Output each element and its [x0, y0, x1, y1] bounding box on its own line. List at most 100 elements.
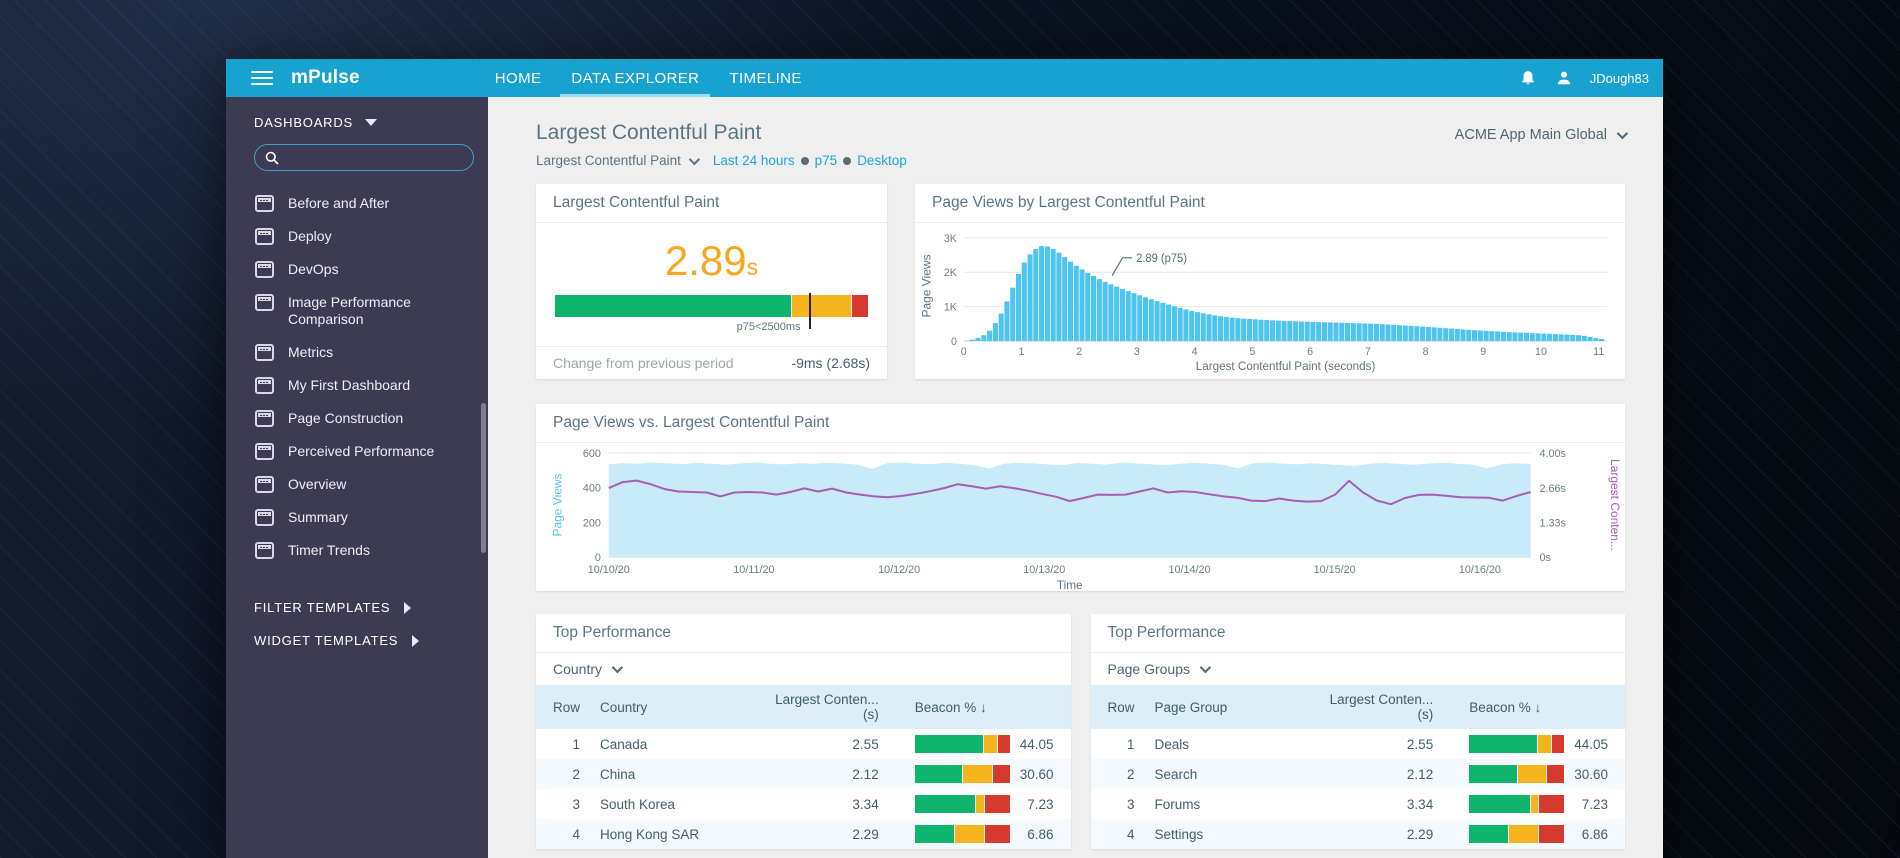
- histogram-bar: [1293, 321, 1299, 341]
- left-tick-label: 0: [595, 552, 601, 564]
- dashboard-icon: [255, 195, 274, 212]
- table-cell: [905, 729, 1010, 759]
- column-header: Row: [1107, 699, 1135, 715]
- topbar-right: JDough83: [1518, 59, 1663, 97]
- histogram-bar: [1512, 332, 1518, 341]
- dimension-label: Country: [553, 661, 603, 677]
- top-performance-table: Row Country Largest Conten... (s) Beacon % …: [536, 685, 1071, 849]
- histogram-bar: [1102, 281, 1108, 341]
- brand-logo: mPulse: [291, 67, 360, 88]
- histogram-bar: [1223, 316, 1229, 341]
- sidebar-item-metrics[interactable]: Metrics: [226, 336, 488, 369]
- filter-link-desktop[interactable]: Desktop: [857, 153, 907, 168]
- histogram-bar: [1114, 286, 1120, 341]
- username-label[interactable]: JDough83: [1590, 71, 1649, 86]
- filter-link-p75[interactable]: p75: [815, 153, 838, 168]
- histogram-bar: [1258, 319, 1264, 341]
- dot-separator: [800, 157, 809, 165]
- metric-dropdown[interactable]: Largest Contentful Paint: [536, 153, 700, 168]
- histogram-bar: [1529, 333, 1535, 341]
- sidebar-item-label: My First Dashboard: [288, 377, 411, 393]
- histogram-bar: [1310, 321, 1316, 341]
- bar-segment-2: [984, 795, 1010, 813]
- sidebar-scrollbar[interactable]: [481, 403, 486, 553]
- table-row[interactable]: 3 South Korea 3.34 7.23: [536, 789, 1071, 819]
- table-row[interactable]: 4 Hong Kong SAR 2.29 6.86: [536, 819, 1071, 849]
- sidebar-item-label: Metrics: [288, 344, 334, 360]
- histogram-bar: [1408, 325, 1414, 341]
- y-tick-label: 1K: [944, 301, 958, 313]
- table-cell: [905, 789, 1010, 819]
- histogram-bar: [1425, 326, 1431, 341]
- beacon-distribution-bar: [1469, 825, 1565, 843]
- sidebar-item-label: Perceived Performance: [288, 443, 435, 459]
- x-axis-title: Largest Contentful Paint (seconds): [1196, 359, 1376, 373]
- sidebar-item-summary[interactable]: Summary: [226, 501, 488, 534]
- histogram-bar: [1379, 324, 1385, 341]
- dashboard-search-box[interactable]: [254, 144, 474, 171]
- template-sections: FILTER TEMPLATES WIDGET TEMPLATES: [226, 591, 488, 657]
- dimension-dropdown[interactable]: Page Groups: [1091, 653, 1626, 685]
- y-tick-label: 2K: [944, 267, 958, 279]
- search-input[interactable]: [287, 150, 463, 165]
- column-header[interactable]: Beacon % ↓: [1459, 685, 1625, 729]
- table-row[interactable]: 2 China 2.12 30.60: [536, 759, 1071, 789]
- table-cell: 1: [1127, 736, 1135, 752]
- x-tick-label: 5: [1249, 346, 1255, 358]
- filter-link-last-24-hours[interactable]: Last 24 hours: [713, 153, 795, 168]
- sidebar-item-perceived-performance[interactable]: Perceived Performance: [226, 435, 488, 468]
- histogram-bar: [1356, 323, 1362, 341]
- nav-item-timeline[interactable]: TIMELINE: [714, 59, 816, 97]
- nav-item-home[interactable]: HOME: [480, 59, 557, 97]
- table-row[interactable]: 4 Settings 2.29 6.86: [1090, 819, 1625, 849]
- histogram-bar: [1477, 330, 1483, 341]
- histogram-chart[interactable]: 0 1K 2K 3K 0 1 2 3 4 5 6 7 8 9 10 11 Largest Contentful …: [915, 223, 1625, 379]
- table-cell: 3: [572, 796, 581, 812]
- right-tick-label: 1.33s: [1540, 517, 1567, 529]
- user-avatar-icon[interactable]: [1554, 68, 1574, 88]
- sidebar-item-page-construction[interactable]: Page Construction: [226, 402, 488, 435]
- change-label: Change from previous period: [553, 355, 734, 371]
- sidebar-item-timer-trends[interactable]: Timer Trends: [226, 534, 488, 567]
- sidebar-item-devops[interactable]: DevOps: [226, 253, 488, 286]
- dashboards-section-toggle[interactable]: DASHBOARDS: [226, 115, 488, 144]
- sidebar-item-deploy[interactable]: Deploy: [226, 220, 488, 253]
- histogram-bar: [1229, 317, 1235, 341]
- histogram-bar: [1547, 333, 1553, 341]
- histogram-bar: [1021, 262, 1027, 341]
- sidebar-item-before-and-after[interactable]: Before and After: [226, 187, 488, 220]
- sidebar-section-widget-templates[interactable]: WIDGET TEMPLATES: [226, 624, 488, 657]
- app-selector-dropdown[interactable]: ACME App Main Global: [1455, 121, 1629, 143]
- table-row[interactable]: 1 Deals 2.55 44.05: [1091, 729, 1626, 759]
- table-row[interactable]: 2 Search 2.12 30.60: [1090, 759, 1625, 789]
- sidebar-item-overview[interactable]: Overview: [226, 468, 488, 501]
- dimension-label: Page Groups: [1107, 661, 1191, 677]
- bar-segment-2: [984, 825, 1010, 843]
- dimension-dropdown[interactable]: Country: [536, 653, 1071, 685]
- histogram-bar: [1015, 273, 1022, 341]
- sidebar-item-my-first-dashboard[interactable]: My First Dashboard: [226, 369, 488, 402]
- sidebar-section-filter-templates[interactable]: FILTER TEMPLATES: [226, 591, 488, 624]
- histogram-bar: [1466, 329, 1472, 341]
- table-row[interactable]: 3 Forums 3.34 7.23: [1091, 789, 1626, 819]
- sidebar-item-image-performance-comparison[interactable]: Image Performance Comparison: [226, 286, 488, 336]
- page-title: Largest Contentful Paint: [536, 121, 762, 144]
- hamburger-menu-icon[interactable]: [251, 59, 273, 97]
- search-icon: [265, 151, 279, 165]
- table-cell: [905, 759, 1010, 789]
- histogram-bar: [1091, 276, 1097, 341]
- table-row[interactable]: 1 Canada 2.55 44.05: [536, 729, 1071, 759]
- table-cell: 7.23: [1027, 796, 1054, 812]
- histogram-bar: [1345, 322, 1351, 341]
- timeseries-chart[interactable]: 0 200 400 600 0s 1.33s 2.66s 4.00s 10/10/20 10/11…: [536, 443, 1625, 593]
- table-cell: 4: [572, 826, 581, 842]
- nav-item-data-explorer[interactable]: DATA EXPLORER: [556, 59, 714, 97]
- notifications-bell-icon[interactable]: [1518, 68, 1538, 88]
- x-tick-label: 3: [1134, 346, 1140, 358]
- bar-segment-2: [1539, 825, 1565, 843]
- histogram-bar: [1298, 321, 1304, 341]
- top-performance-table: Row Page Group Largest Conten... (s) Beacon…: [1090, 685, 1626, 849]
- column-header[interactable]: Beacon % ↓: [905, 685, 1071, 729]
- dashboard-icon: [255, 261, 274, 278]
- histogram-bar: [1483, 330, 1489, 341]
